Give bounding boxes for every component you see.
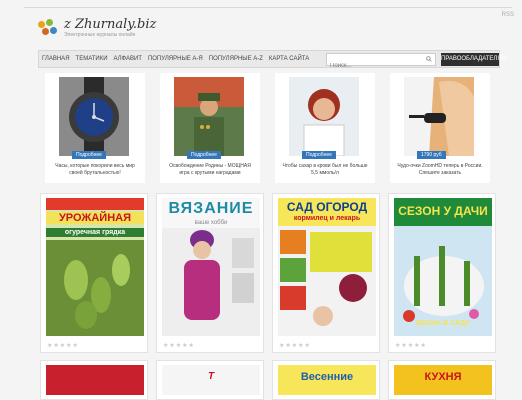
search-box <box>326 53 436 72</box>
promo-tag[interactable]: Подробнее <box>72 151 106 159</box>
magazine-card[interactable] <box>40 360 148 400</box>
magazine-grid-row: Т Весенние КУХНЯ <box>40 360 496 400</box>
promo-card-glasses[interactable]: 1790 руб Чудо-очки ZoomHD теперь в Росси… <box>390 73 490 183</box>
search-icon[interactable] <box>426 56 432 62</box>
logo-icon <box>38 19 62 37</box>
soldier-image <box>174 77 244 156</box>
cover-title: САД ОГОРОД <box>286 200 368 214</box>
glasses-image <box>404 77 474 156</box>
magazine-card[interactable]: ВЯЗАНИЕ ваше хобби ★★★★★ <box>156 193 264 353</box>
magazine-card[interactable]: Т <box>156 360 264 400</box>
magazine-card[interactable]: СЕЗОН У ДАЧИ ВЕСНА В САДУ ★★★★★ <box>388 193 496 353</box>
magazine-cover: Весенние <box>278 365 376 395</box>
cover-title: ВЯЗАНИЕ <box>168 200 254 217</box>
rating-stars[interactable]: ★★★★★ <box>279 342 311 349</box>
cover-subtitle: кормилец и лекарь <box>293 215 361 222</box>
cover-title: Весенние <box>300 371 354 383</box>
cover-title: УРОЖАЙНАЯ <box>46 212 144 224</box>
copyright-holders-button[interactable]: ПРАВООБЛАДАТЕЛЯМ <box>441 53 507 66</box>
cover-subtitle: огуречная грядка <box>46 228 144 237</box>
promo-card-doctor[interactable]: Подробнее Чтобы сахар в крови был не бол… <box>275 73 375 183</box>
magazine-card[interactable]: Весенние <box>272 360 380 400</box>
site-logo[interactable]: z Zhurnaly.biz Электронные журналы онлай… <box>38 18 156 38</box>
cover-subtitle: ВЕСНА В САДУ <box>416 320 470 327</box>
rss-link[interactable]: RSS <box>502 12 514 18</box>
promo-card-game[interactable]: Подробнее Освобождение Родины - МОЩНАЯ и… <box>160 73 260 183</box>
logo-title: z Zhurnaly.biz <box>64 17 157 32</box>
nav-item-sitemap[interactable]: КАРТА САЙТА <box>269 54 309 65</box>
magazine-card[interactable]: САД ОГОРОД кормилец и лекарь ★★★★★ <box>272 193 380 353</box>
cover-subtitle: ваше хобби <box>194 220 228 226</box>
nav-menu: ГЛАВНАЯ ТЕМАТИКИ АЛФАВИТ ПОПУЛЯРНЫЕ А-Я … <box>42 54 309 65</box>
magazine-cover: САД ОГОРОД кормилец и лекарь <box>278 198 376 336</box>
magazine-card[interactable]: КУХНЯ <box>388 360 496 400</box>
nav-item-popular-en[interactable]: ПОПУЛЯРНЫЕ А-Z <box>209 54 263 65</box>
nav-item-alphabet[interactable]: АЛФАВИТ <box>114 54 142 65</box>
main-navbar: ГЛАВНАЯ ТЕМАТИКИ АЛФАВИТ ПОПУЛЯРНЫЕ А-Я … <box>38 50 507 72</box>
search-input[interactable] <box>327 60 420 72</box>
promo-caption[interactable]: Освобождение Родины - МОЩНАЯ игра с крут… <box>164 163 256 177</box>
magazine-cover <box>46 365 144 395</box>
magazine-card[interactable]: УРОЖАЙНАЯ огуречная грядка ★★★★★ <box>40 193 148 353</box>
doctor-image <box>289 77 359 156</box>
magazine-cover: ВЯЗАНИЕ ваше хобби <box>162 198 260 336</box>
promo-caption[interactable]: Чудо-очки ZoomHD теперь в России. Спешит… <box>394 163 486 177</box>
promo-tag[interactable]: Подробнее <box>187 151 221 159</box>
nav-item-popular-ru[interactable]: ПОПУЛЯРНЫЕ А-Я <box>148 54 203 65</box>
rating-stars[interactable]: ★★★★★ <box>395 342 427 349</box>
rating-stars[interactable]: ★★★★★ <box>163 342 195 349</box>
cover-title: КУХНЯ <box>424 371 462 383</box>
cover-title: СЕЗОН У ДАЧИ <box>398 204 488 218</box>
nav-item-topics[interactable]: ТЕМАТИКИ <box>76 54 108 65</box>
magazine-grid: УРОЖАЙНАЯ огуречная грядка ★★★★★ ВЯЗАНИЕ… <box>40 193 496 353</box>
promo-price-tag[interactable]: 1790 руб <box>417 151 446 159</box>
nav-item-home[interactable]: ГЛАВНАЯ <box>42 54 70 65</box>
promo-caption[interactable]: Часы, которые покорили весь мир своей бр… <box>49 163 141 177</box>
promo-caption[interactable]: Чтобы сахар в крови был не больше 5,5 мм… <box>279 163 371 177</box>
watch-image <box>59 77 129 156</box>
magazine-cover: УРОЖАЙНАЯ огуречная грядка <box>46 198 144 336</box>
logo-subtitle: Электронные журналы онлайн <box>64 32 136 38</box>
magazine-cover: КУХНЯ <box>394 365 492 395</box>
magazine-cover: Т <box>162 365 260 395</box>
rating-stars[interactable]: ★★★★★ <box>47 342 79 349</box>
top-divider <box>24 7 512 8</box>
promo-tag[interactable]: Подробнее <box>302 151 336 159</box>
promo-row: Подробнее Часы, которые покорили весь ми… <box>45 73 490 183</box>
magazine-cover: СЕЗОН У ДАЧИ ВЕСНА В САДУ <box>394 198 492 336</box>
promo-card-watch[interactable]: Подробнее Часы, которые покорили весь ми… <box>45 73 145 183</box>
